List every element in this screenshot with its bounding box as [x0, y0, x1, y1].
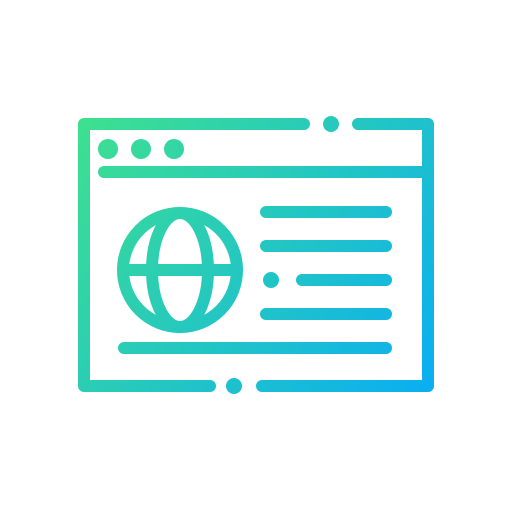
frame-bottom-dot	[226, 378, 242, 394]
web-page-globe-icon	[78, 116, 434, 394]
globe-icon	[117, 207, 243, 333]
frame-top-dot	[323, 116, 339, 132]
icon-canvas	[0, 0, 512, 512]
window-dot-2	[131, 139, 151, 159]
text-bullet-dot	[263, 272, 279, 288]
window-dot-1	[98, 139, 118, 159]
window-dot-3	[164, 139, 184, 159]
